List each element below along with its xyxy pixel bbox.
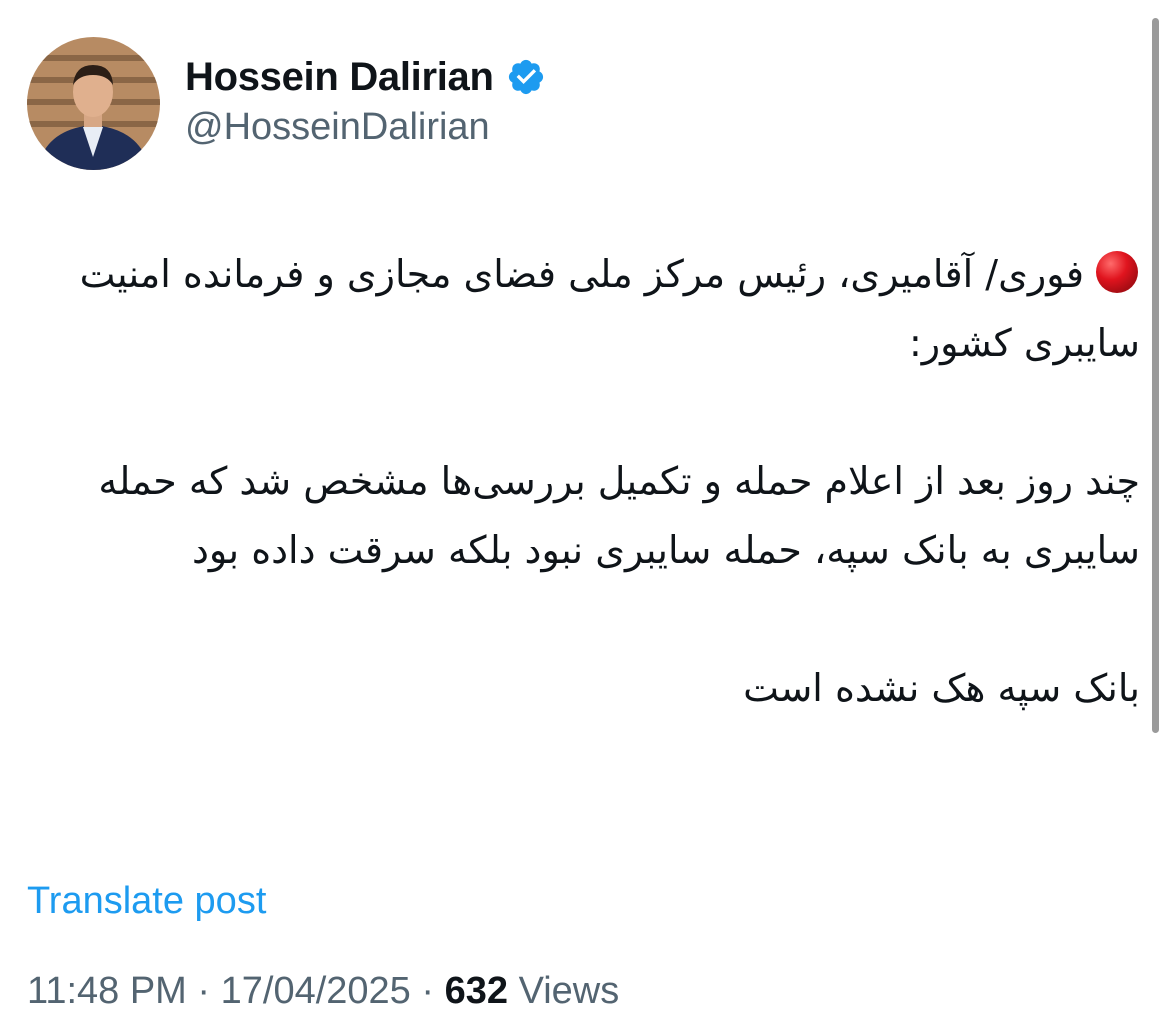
display-name[interactable]: Hossein Dalirian (185, 55, 494, 100)
tweet-paragraph-text: بانک سپه هک نشده است (743, 666, 1140, 710)
tweet-paragraph-text: چند روز بعد از اعلام حمله و تکمیل بررسی‌… (98, 459, 1140, 572)
scrollbar[interactable] (1152, 18, 1159, 733)
translate-post-link[interactable]: Translate post (27, 880, 266, 923)
tweet-text: فوری/ آقامیری، رئیس مرکز ملی فضای مجازی … (30, 240, 1140, 723)
verified-badge-icon (506, 57, 546, 97)
red-circle-icon (1094, 248, 1140, 294)
tweet-time[interactable]: 11:48 PM (27, 970, 187, 1012)
avatar-image (27, 37, 160, 170)
tweet-paragraph: چند روز بعد از اعلام حمله و تکمیل بررسی‌… (30, 447, 1140, 585)
author-name-row: Hossein Dalirian (185, 50, 546, 104)
tweet-paragraph: بانک سپه هک نشده است (30, 654, 1140, 723)
author-handle[interactable]: @HosseinDalirian (185, 106, 490, 149)
avatar[interactable] (27, 37, 160, 170)
meta-separator: · (197, 970, 211, 1012)
tweet-date[interactable]: 17/04/2025 (221, 970, 411, 1012)
tweet-paragraph-text: فوری/ آقامیری، رئیس مرکز ملی فضای مجازی … (79, 252, 1140, 365)
views-count: 632 (444, 970, 508, 1012)
meta-separator: · (421, 970, 435, 1012)
tweet-meta: 11:48 PM · 17/04/2025 · 632 Views (27, 970, 619, 1013)
views-label: Views (518, 970, 620, 1012)
tweet-paragraph: فوری/ آقامیری، رئیس مرکز ملی فضای مجازی … (30, 240, 1140, 378)
